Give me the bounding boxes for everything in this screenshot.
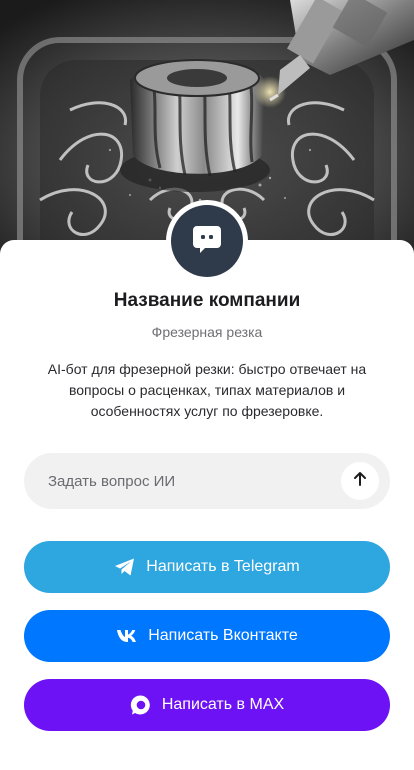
vk-button-label: Написать Вконтакте [148,627,298,644]
company-category: Фрезерная резка [151,324,263,340]
ask-ai-field [24,453,390,509]
arrow-up-icon [351,470,369,493]
chat-bubble-icon [190,222,224,261]
avatar [166,200,248,282]
telegram-button[interactable]: Написать в Telegram [24,541,390,593]
vk-icon [116,629,138,643]
page: Название компании Фрезерная резка AI-бот… [0,0,414,770]
company-description: AI-бот для фрезерной резки: быстро отвеч… [47,361,367,419]
max-icon [130,694,152,716]
max-button[interactable]: Написать в MAX [24,679,390,731]
max-button-label: Написать в MAX [161,696,285,713]
company-name: Название компании [113,290,301,311]
telegram-icon [114,557,136,577]
vk-button[interactable]: Написать Вконтакте [24,610,390,662]
send-button[interactable] [341,462,379,500]
telegram-button-label: Написать в Telegram [146,558,300,575]
avatar-circle [171,205,243,277]
ask-ai-input[interactable] [48,453,348,509]
